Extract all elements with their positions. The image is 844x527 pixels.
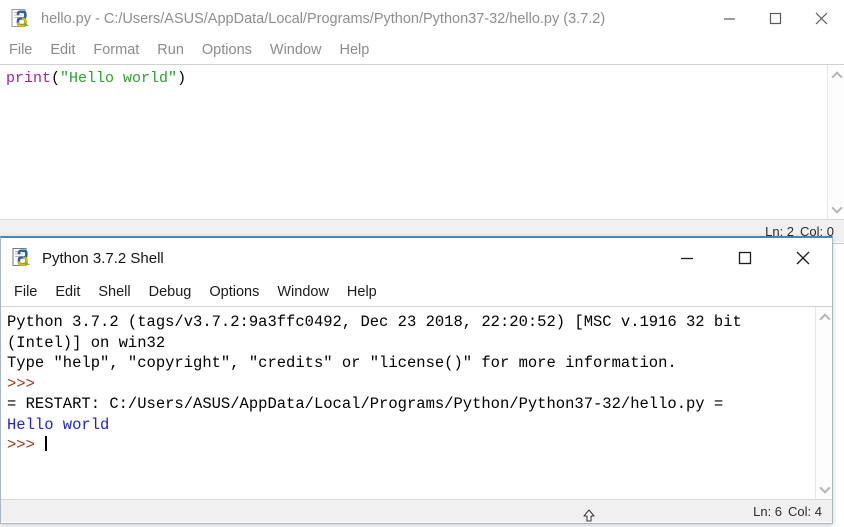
code-token-print: print [6, 70, 51, 87]
python-file-icon [10, 8, 32, 30]
shell-prompt-1: >>> [7, 375, 35, 393]
shell-menu-debug[interactable]: Debug [140, 283, 201, 302]
editor-menu-file[interactable]: File [0, 41, 41, 60]
desktop-root: hello.py - C:/Users/ASUS/AppData/Local/P… [0, 0, 844, 527]
editor-maximize-button[interactable] [752, 0, 798, 37]
editor-scroll-up-button[interactable] [828, 67, 844, 84]
shell-banner-line-2: (Intel)] on win32 [7, 334, 165, 352]
idle-editor-window[interactable]: hello.py - C:/Users/ASUS/AppData/Local/P… [0, 0, 844, 244]
python-shell-icon [11, 247, 33, 269]
shell-prompt-2: >>> [7, 436, 35, 454]
shell-restart-line: = RESTART: C:/Users/ASUS/AppData/Local/P… [7, 395, 723, 413]
shell-output-area[interactable]: Python 3.7.2 (tags/v3.7.2:9a3ffc0492, De… [1, 307, 815, 499]
editor-menu-edit[interactable]: Edit [41, 41, 84, 60]
shell-titlebar[interactable]: Python 3.7.2 Shell [1, 238, 832, 278]
editor-code-area[interactable]: print("Hello world") [0, 65, 827, 219]
shell-banner-line-3: Type "help", "copyright", "credits" or "… [7, 354, 677, 372]
shell-banner-line-1: Python 3.7.2 (tags/v3.7.2:9a3ffc0492, De… [7, 313, 742, 331]
shell-menu-shell[interactable]: Shell [89, 283, 139, 302]
python-shell-window[interactable]: Python 3.7.2 Shell File Edit She [0, 236, 833, 524]
chevron-up-icon [832, 71, 841, 80]
editor-menu-options[interactable]: Options [193, 41, 261, 60]
editor-menu-format[interactable]: Format [84, 41, 148, 60]
editor-close-button[interactable] [798, 0, 844, 37]
editor-scroll-down-button[interactable] [828, 200, 844, 217]
shell-menu-edit[interactable]: Edit [46, 283, 89, 302]
shell-status-line: Ln: 6 [753, 504, 788, 519]
code-token-close-paren: ) [177, 70, 186, 87]
shell-menu-window[interactable]: Window [268, 283, 338, 302]
editor-menu-window[interactable]: Window [261, 41, 331, 60]
shell-menubar[interactable]: File Edit Shell Debug Options Window Hel… [1, 278, 832, 306]
editor-minimize-button[interactable] [706, 0, 752, 37]
shell-statusbar: Ln: 6 Col: 4 [1, 499, 832, 522]
editor-titlebar[interactable]: hello.py - C:/Users/ASUS/AppData/Local/P… [0, 0, 844, 37]
code-token-open-paren: ( [51, 70, 60, 87]
code-token-string: "Hello world" [60, 70, 177, 87]
editor-menu-run[interactable]: Run [148, 41, 193, 60]
shell-close-button[interactable] [774, 238, 832, 278]
editor-window-controls[interactable] [706, 0, 844, 37]
shell-output-area-wrap[interactable]: Python 3.7.2 (tags/v3.7.2:9a3ffc0492, De… [1, 306, 832, 499]
shell-menu-help[interactable]: Help [338, 283, 386, 302]
shell-menu-options[interactable]: Options [200, 283, 268, 302]
editor-title-text: hello.py - C:/Users/ASUS/AppData/Local/P… [41, 11, 605, 27]
shell-title-text: Python 3.7.2 Shell [42, 250, 164, 267]
chevron-down-icon [832, 204, 841, 213]
shell-status-col: Col: 4 [788, 504, 832, 519]
text-caret [45, 436, 47, 451]
shell-window-controls[interactable] [658, 238, 832, 278]
shell-menu-file[interactable]: File [5, 283, 46, 302]
editor-menubar[interactable]: File Edit Format Run Options Window Help [0, 37, 844, 64]
shell-vertical-scrollbar[interactable] [815, 307, 832, 499]
chevron-up-icon [820, 313, 829, 322]
chevron-down-icon [820, 484, 829, 493]
shell-scroll-up-button[interactable] [816, 309, 833, 326]
editor-menu-help[interactable]: Help [330, 41, 378, 60]
shell-scroll-down-button[interactable] [816, 480, 833, 497]
editor-text-area-wrap[interactable]: print("Hello world") [0, 64, 844, 219]
shell-maximize-button[interactable] [716, 238, 774, 278]
shell-minimize-button[interactable] [658, 238, 716, 278]
editor-vertical-scrollbar[interactable] [827, 65, 844, 219]
shell-stdout-line: Hello world [7, 416, 109, 434]
